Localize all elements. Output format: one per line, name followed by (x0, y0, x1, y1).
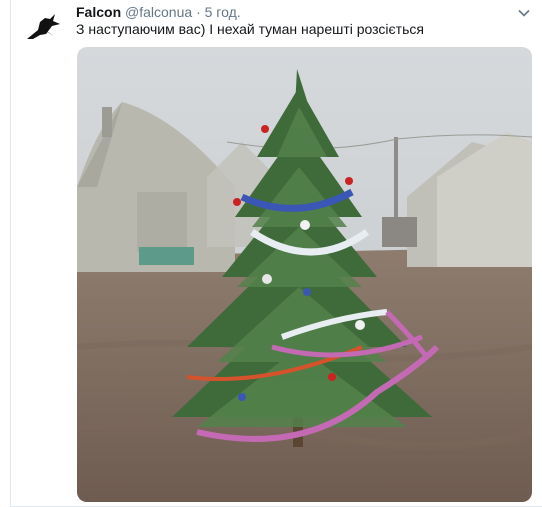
timeline-border-left (10, 0, 11, 507)
timestamp-separator: · (196, 4, 201, 20)
tweet-header: Falcon @falconua · 5 год. (76, 3, 241, 21)
christmas-tree-photo (77, 47, 532, 502)
author-handle[interactable]: @falconua (125, 4, 192, 20)
tweet-timestamp[interactable]: 5 год. (205, 4, 241, 20)
tweet-text: З наступаючим вас) І нехай туман нарешті… (76, 21, 424, 37)
author-name[interactable]: Falcon (76, 4, 121, 20)
chevron-down-icon (518, 9, 530, 17)
tweet-photo[interactable] (77, 47, 532, 502)
falcon-bird-icon (27, 14, 60, 39)
avatar[interactable] (24, 8, 64, 48)
tweet-menu-button[interactable] (518, 6, 530, 18)
